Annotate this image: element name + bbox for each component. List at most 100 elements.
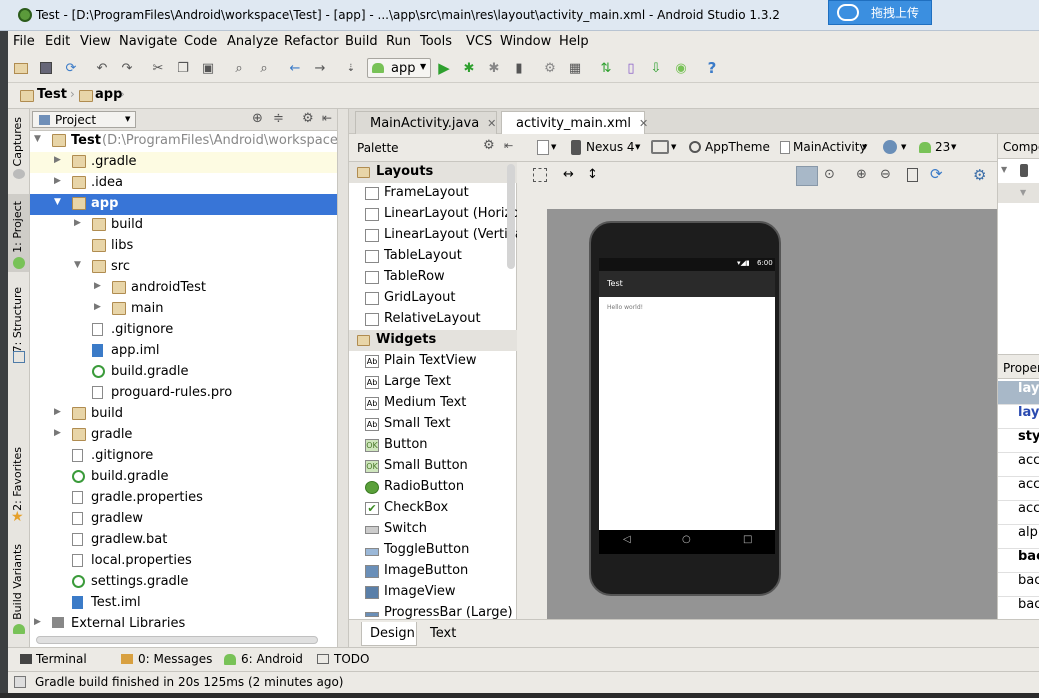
palette-item-plain-textview[interactable]: Ab Plain TextView [349, 351, 517, 372]
project-structure-icon[interactable]: ⚙ [541, 59, 559, 77]
undo-icon[interactable]: ↶ [93, 59, 111, 77]
palette-item-imageview[interactable]: ImageView [349, 582, 517, 603]
preview-icon[interactable] [907, 168, 918, 182]
palette-category-widgets[interactable]: Widgets [349, 330, 517, 351]
palette-item-large-text[interactable]: Ab Large Text [349, 372, 517, 393]
close-icon[interactable]: ✕ [487, 117, 496, 130]
tab-captures[interactable]: Captures [11, 117, 24, 166]
expand-arrow-icon[interactable]: ▶ [54, 428, 61, 438]
property-row[interactable]: acce [998, 453, 1039, 477]
menu-edit[interactable]: Edit [45, 34, 70, 49]
tree-item-settings-gradle[interactable]: settings.gradle [30, 572, 337, 593]
palette-item-progressbar-large[interactable]: ProgressBar (Large) [349, 603, 517, 619]
menu-vcs[interactable]: VCS [466, 34, 492, 49]
palette-category-layouts[interactable]: Layouts [349, 162, 517, 183]
hello-textview[interactable]: Hello world! [607, 304, 643, 311]
gear-icon[interactable]: ⚙ [483, 138, 495, 153]
property-row[interactable]: bac [998, 573, 1039, 597]
make-project-icon[interactable]: ⇣ [342, 59, 360, 77]
gear-icon[interactable]: ⚙ [302, 111, 314, 126]
tab-design[interactable]: Design [361, 622, 417, 646]
palette-item-medium-text[interactable]: Ab Medium Text [349, 393, 517, 414]
menu-window[interactable]: Window [500, 34, 551, 49]
height-icon[interactable]: ↕ [587, 167, 598, 182]
tree-item-app-gitignore[interactable]: .gitignore [30, 320, 337, 341]
palette-item-framelayout[interactable]: FrameLayout [349, 183, 517, 204]
expand-arrow-icon[interactable]: ▼ [74, 260, 81, 270]
run-config-select[interactable]: app ▼ [367, 58, 431, 78]
palette-item-imagebutton[interactable]: ImageButton [349, 561, 517, 582]
tree-item-gradle-properties[interactable]: gradle.properties [30, 488, 337, 509]
menu-code[interactable]: Code [184, 34, 217, 49]
collapse-all-icon[interactable]: ≑ [273, 111, 284, 126]
expand-arrow-icon[interactable]: ▶ [34, 617, 41, 627]
android-monitor-icon[interactable]: ◉ [672, 59, 690, 77]
tab-mainactivity-java[interactable]: MainActivity.java ✕ [355, 111, 497, 134]
tree-item-test-iml[interactable]: Test.iml [30, 593, 337, 614]
paste-icon[interactable]: ▣ [199, 59, 217, 77]
hide-panel-icon[interactable]: ⇤ [504, 139, 513, 152]
expand-arrow-icon[interactable]: ▶ [54, 155, 61, 165]
tree-item-androidtest[interactable]: ▶ androidTest [30, 278, 337, 299]
refresh-icon[interactable]: ⟳ [930, 165, 943, 183]
menu-tools[interactable]: Tools [420, 34, 452, 49]
palette-item-relativelayout[interactable]: RelativeLayout [349, 309, 517, 330]
tree-item-idea[interactable]: ▶ .idea [30, 173, 337, 194]
expand-arrow-icon[interactable]: ▶ [94, 302, 101, 312]
component-tree-row-selected[interactable]: ▼ [998, 183, 1039, 203]
activity-content[interactable]: Hello world! [599, 297, 775, 530]
tab-text[interactable]: Text [419, 622, 469, 646]
back-icon[interactable]: ← [286, 59, 304, 77]
zoom-in-icon[interactable]: ⊕ [856, 167, 867, 182]
property-row[interactable]: alph [998, 525, 1039, 549]
settings-icon[interactable]: ▦ [566, 59, 584, 77]
avd-manager-icon[interactable]: ▯ [622, 59, 640, 77]
palette-item-small-button[interactable]: OK Small Button [349, 456, 517, 477]
debug-icon[interactable]: ✱ [460, 59, 478, 77]
property-row[interactable]: bac [998, 549, 1039, 573]
gear-icon[interactable]: ⚙ [973, 166, 986, 184]
zoom-out-icon[interactable]: ⊖ [880, 167, 891, 182]
layout-file-icon[interactable] [537, 140, 549, 155]
palette-item-small-text[interactable]: Ab Small Text [349, 414, 517, 435]
coverage-icon[interactable]: ▮ [510, 59, 528, 77]
tab-structure[interactable]: 7: Structure [11, 287, 24, 352]
palette-scrollbar[interactable] [507, 164, 515, 269]
menu-build[interactable]: Build [345, 34, 378, 49]
copy-icon[interactable]: ❐ [174, 59, 192, 77]
pan-zoom-icon[interactable] [796, 166, 818, 186]
tree-item-root-gitignore[interactable]: .gitignore [30, 446, 337, 467]
tree-item-test[interactable]: ▼ Test (D:\ProgramFiles\Android\workspac… [30, 131, 337, 152]
device-select[interactable]: Nexus 4 [586, 140, 635, 154]
property-row[interactable]: styl [998, 429, 1039, 453]
redo-icon[interactable]: ↷ [118, 59, 136, 77]
activity-select[interactable]: MainActivity [793, 140, 867, 154]
expand-arrow-icon[interactable]: ▼ [1020, 188, 1026, 197]
tree-item-external-libraries[interactable]: ▶ External Libraries [30, 614, 337, 635]
attach-debugger-icon[interactable]: ✱ [485, 59, 503, 77]
palette-item-linearlayout-vertical[interactable]: LinearLayout (Vertical) [349, 225, 517, 246]
tool-todo[interactable]: TODO [334, 652, 369, 666]
tree-item-gradlew[interactable]: gradlew [30, 509, 337, 530]
tab-activity-main-xml[interactable]: activity_main.xml ✕ [501, 111, 648, 134]
property-row[interactable]: layo [998, 405, 1039, 429]
tool-android[interactable]: 6: Android [241, 652, 303, 666]
menu-view[interactable]: View [80, 34, 111, 49]
palette-item-switch[interactable]: Switch [349, 519, 517, 540]
sdk-manager-icon[interactable]: ⇩ [647, 59, 665, 77]
menu-analyze[interactable]: Analyze [227, 34, 278, 49]
zoom-actual-icon[interactable]: ⊙ [824, 167, 835, 182]
menu-run[interactable]: Run [386, 34, 411, 49]
tree-item-proguard[interactable]: proguard-rules.pro [30, 383, 337, 404]
menu-file[interactable]: File [13, 34, 35, 49]
expand-arrow-icon[interactable]: ▼ [1001, 165, 1007, 174]
palette-item-linearlayout-horizontal[interactable]: LinearLayout (Horizontal) [349, 204, 517, 225]
palette-item-tablerow[interactable]: TableRow [349, 267, 517, 288]
property-row[interactable]: bac [998, 597, 1039, 621]
tool-terminal[interactable]: Terminal [36, 652, 87, 666]
tree-item-gradlew-bat[interactable]: gradlew.bat [30, 530, 337, 551]
expand-arrow-icon[interactable]: ▶ [74, 218, 81, 228]
project-view-select[interactable]: Project ▼ [32, 111, 136, 128]
menu-navigate[interactable]: Navigate [119, 34, 177, 49]
property-row[interactable]: acce [998, 477, 1039, 501]
